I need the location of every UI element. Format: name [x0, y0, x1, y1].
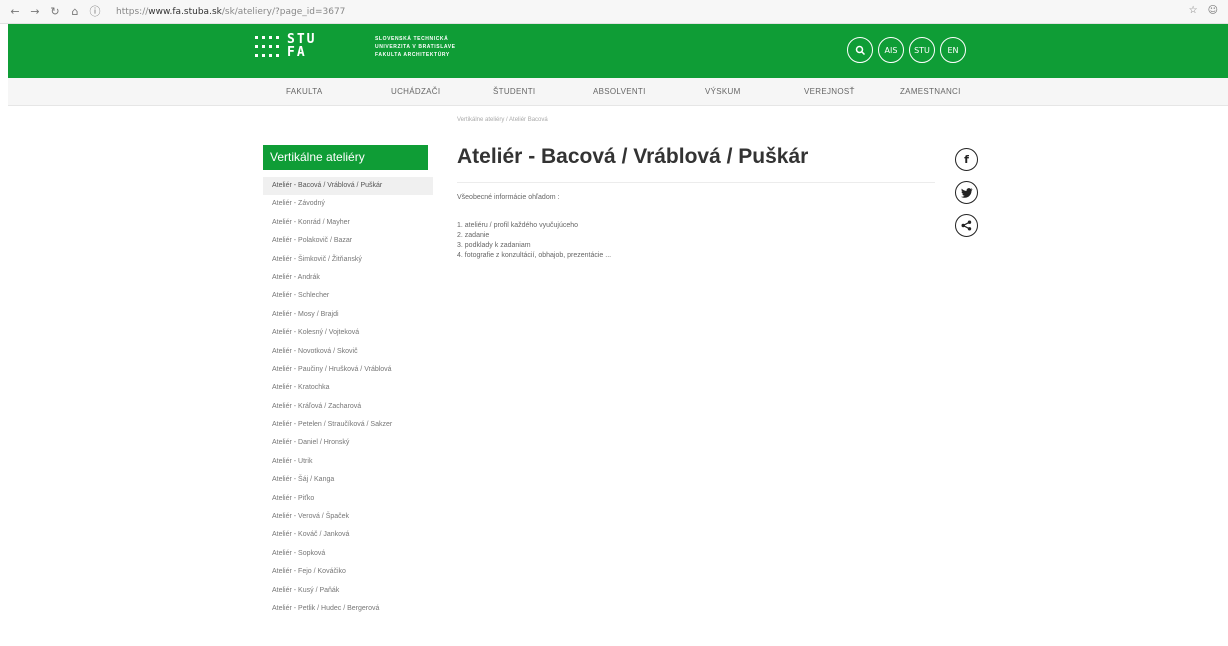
- sidebar-item[interactable]: Ateliér - Konrád / Mayher: [263, 214, 433, 232]
- logo-text: STU FA: [287, 33, 316, 59]
- content-item: 3. podklady k zadaniam: [457, 242, 531, 249]
- browser-toolbar: ← → ↻ ⌂ ⓘ https://www.fa.stuba.sk/sk/ate…: [0, 0, 1228, 24]
- url-prefix: https://: [116, 6, 149, 17]
- sidebar-item[interactable]: Ateliér - Piťko: [263, 490, 433, 508]
- url-domain: www.fa.stuba.sk: [148, 6, 222, 17]
- search-button[interactable]: [847, 37, 873, 63]
- sidebar-item[interactable]: Ateliér - Závodný: [263, 195, 433, 213]
- search-icon: [855, 45, 865, 55]
- sidebar-item[interactable]: Ateliér - Šáj / Kanga: [263, 471, 433, 489]
- nav-item-zamestnanci[interactable]: ZAMESTNANCI: [900, 87, 961, 96]
- language-en-button[interactable]: EN: [940, 37, 966, 63]
- profile-icon[interactable]: ☺: [1208, 5, 1218, 16]
- breadcrumb[interactable]: Vertikálne ateliéry / Ateliér Bacová: [457, 117, 548, 123]
- sidebar-item[interactable]: Ateliér - Polakovič / Bazar: [263, 232, 433, 250]
- nav-item-uchadzaci[interactable]: UCHÁDZAČI: [391, 87, 440, 96]
- back-icon[interactable]: ←: [8, 5, 22, 19]
- stu-button[interactable]: STU: [909, 37, 935, 63]
- twitter-icon: [960, 187, 972, 198]
- sidebar-item[interactable]: Ateliér - Sopková: [263, 545, 433, 563]
- sidebar-item[interactable]: Ateliér - Novotková / Skovič: [263, 343, 433, 361]
- sidebar-item[interactable]: Ateliér - Kráľová / Zacharová: [263, 398, 433, 416]
- main-nav: FAKULTA UCHÁDZAČI ŠTUDENTI ABSOLVENTI VÝ…: [8, 78, 1228, 106]
- share-icon: [961, 220, 972, 231]
- header-buttons: AIS STU EN: [847, 37, 966, 63]
- sidebar-item-active[interactable]: Ateliér - Bacová / Vráblová / Puškár: [263, 177, 433, 196]
- ais-button[interactable]: AIS: [878, 37, 904, 63]
- content-intro: Všeobecné informácie ohľadom :: [457, 194, 560, 201]
- logo-dots-icon: [255, 33, 283, 59]
- sidebar-title[interactable]: Vertikálne ateliéry: [263, 145, 428, 170]
- faculty-line-1: SLOVENSKÁ TECHNICKÁ: [375, 36, 449, 42]
- reload-icon[interactable]: ↻: [48, 5, 62, 19]
- sidebar-item[interactable]: Ateliér - Andrák: [263, 269, 433, 287]
- logo-line-2: FA: [287, 45, 307, 60]
- sidebar-item[interactable]: Ateliér - Fejo / Kováčiko: [263, 563, 433, 581]
- sidebar-item[interactable]: Ateliér - Verová / Špaček: [263, 508, 433, 526]
- url-path: /sk/ateliery/?page_id=3677: [221, 6, 346, 17]
- faculty-line-2: UNIVERZITA V BRATISLAVE: [375, 44, 456, 50]
- favorite-icon[interactable]: ☆: [1189, 5, 1198, 16]
- sidebar-item[interactable]: Ateliér - Šimkovič / Žitňanský: [263, 251, 433, 269]
- sidebar-item[interactable]: Ateliér - Kolesný / Vojteková: [263, 324, 433, 342]
- sidebar-item[interactable]: Ateliér - Kováč / Janková: [263, 526, 433, 544]
- site-header: STU FA SLOVENSKÁ TECHNICKÁ UNIVERZITA V …: [8, 24, 1228, 78]
- faculty-line-3: FAKULTA ARCHITEKTÚRY: [375, 52, 450, 58]
- content-item: 4. fotografie z konzultácií, obhajob, pr…: [457, 252, 612, 259]
- share-button[interactable]: [955, 214, 978, 237]
- sidebar-item[interactable]: Ateliér - Petlik / Hudec / Bergerová: [263, 600, 433, 618]
- stu-fa-logo[interactable]: STU FA: [255, 33, 316, 59]
- twitter-share-button[interactable]: [955, 181, 978, 204]
- nav-item-verejnost[interactable]: VEREJNOSŤ: [804, 87, 855, 96]
- nav-item-vyskum[interactable]: VÝSKUM: [705, 87, 741, 96]
- sidebar-item[interactable]: Ateliér - Daniel / Hronský: [263, 434, 433, 452]
- page-title: Ateliér - Bacová / Vráblová / Puškár: [457, 145, 809, 168]
- content-item: 1. ateliéru / profil každého vyučujúceho: [457, 222, 579, 229]
- sidebar-list: Ateliér - Bacová / Vráblová / Puškár Ate…: [263, 177, 433, 618]
- sidebar-item[interactable]: Ateliér - Petelen / Straučíková / Sakzer: [263, 416, 433, 434]
- sidebar-item[interactable]: Ateliér - Kratochka: [263, 379, 433, 397]
- address-bar[interactable]: https://www.fa.stuba.sk/sk/ateliery/?pag…: [116, 7, 345, 17]
- sidebar-item[interactable]: Ateliér - Schlecher: [263, 287, 433, 305]
- sidebar-item[interactable]: Ateliér - Kusý / Paňák: [263, 582, 433, 600]
- sidebar-item[interactable]: Ateliér - Utrik: [263, 453, 433, 471]
- site-info-icon[interactable]: ⓘ: [88, 5, 102, 19]
- title-divider: [457, 182, 935, 183]
- faculty-name: SLOVENSKÁ TECHNICKÁ UNIVERZITA V BRATISL…: [375, 35, 456, 59]
- facebook-share-button[interactable]: f: [955, 148, 978, 171]
- nav-item-absolventi[interactable]: ABSOLVENTI: [593, 87, 646, 96]
- social-share: f: [955, 148, 978, 237]
- nav-item-studenti[interactable]: ŠTUDENTI: [493, 87, 535, 96]
- home-icon[interactable]: ⌂: [68, 5, 82, 19]
- content-list: 1. ateliéru / profil každého vyučujúceho…: [457, 221, 611, 261]
- nav-item-fakulta[interactable]: FAKULTA: [286, 87, 322, 96]
- content-item: 2. zadanie: [457, 232, 490, 239]
- sidebar-item[interactable]: Ateliér - Paučiny / Hrušková / Vráblová: [263, 361, 433, 379]
- forward-icon[interactable]: →: [28, 5, 42, 19]
- sidebar-item[interactable]: Ateliér - Mosy / Brajdi: [263, 306, 433, 324]
- facebook-icon: f: [964, 153, 969, 166]
